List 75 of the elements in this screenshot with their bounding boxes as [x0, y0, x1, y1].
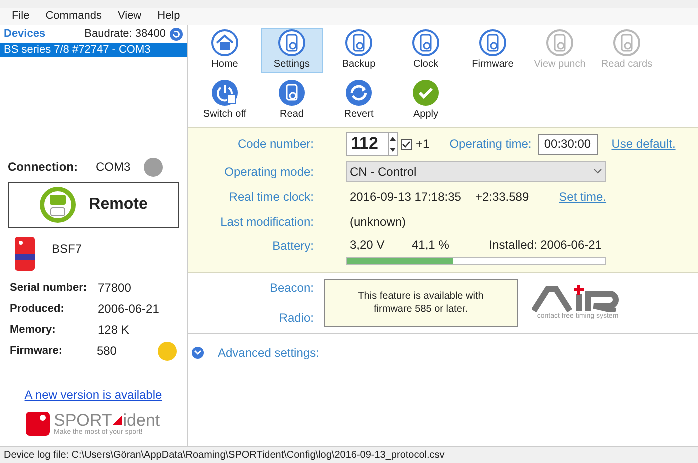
baudrate-label: Baudrate: 38400: [84, 26, 166, 42]
battery-percent: 41,1 %: [412, 237, 450, 254]
toolbar-button[interactable]: Switch off: [194, 78, 256, 123]
beacon-label: Beacon:: [270, 280, 314, 297]
device-icon: [412, 29, 440, 57]
battery-label: Battery:: [272, 238, 314, 255]
triangle-icon: [113, 416, 122, 425]
info-value: 77800: [98, 280, 132, 297]
connection-label: Connection:: [8, 159, 79, 176]
operating-time-label: Operating time:: [450, 136, 532, 153]
operating-mode-label: Operating mode:: [224, 164, 314, 180]
update-link[interactable]: A new version is available: [0, 386, 187, 404]
advanced-settings-toggle[interactable]: Advanced settings:: [218, 344, 320, 362]
device-icon: [479, 29, 507, 57]
logo-word: ident: [123, 412, 160, 429]
clock-value: 2016-09-13 17:18:35: [350, 189, 462, 206]
si-logo-icon: [26, 412, 50, 436]
toolbar-button[interactable]: Firmware: [462, 28, 524, 73]
device-icon: [278, 29, 306, 57]
refresh-icon: [345, 79, 373, 107]
toolbar-button[interactable]: Revert: [328, 78, 390, 123]
logo-word: SPORT: [54, 412, 112, 429]
info-label: Firmware:: [10, 344, 64, 359]
toolbar-button[interactable]: Home: [194, 28, 256, 73]
remote-button[interactable]: Remote: [8, 182, 179, 228]
device-icon: [345, 29, 373, 57]
device-icon: [278, 79, 306, 107]
code-number-spinner[interactable]: 112: [346, 132, 398, 156]
info-label: Serial number:: [10, 280, 88, 296]
chevron-down-icon: [594, 169, 602, 174]
modification-label: Last modification:: [220, 214, 314, 231]
device-icon: [613, 29, 641, 57]
battery-voltage: 3,20 V: [350, 237, 386, 254]
chevron-down-icon[interactable]: [192, 347, 204, 359]
device-icon: [546, 29, 574, 57]
power-icon: [211, 79, 239, 107]
device-icon: [14, 236, 36, 272]
info-value: 2006-06-21: [98, 301, 160, 318]
set-time-link[interactable]: Set time.: [559, 188, 607, 206]
info-label: Memory:: [10, 322, 57, 338]
operating-time-field[interactable]: 00:30:00: [538, 134, 598, 154]
connection-value: COM3: [96, 159, 132, 176]
toolbar-button[interactable]: Clock: [395, 28, 457, 73]
modification-value: (unknown): [350, 214, 406, 231]
up-arrow-icon[interactable]: [390, 136, 396, 140]
device-model: BSF7: [52, 241, 82, 258]
info-value: 128 K: [98, 322, 130, 339]
increment-label: +1: [416, 136, 430, 153]
refresh-icon[interactable]: [170, 28, 183, 40]
menu-item[interactable]: View: [118, 8, 142, 25]
code-number-label: Code number:: [236, 136, 314, 153]
device-icon: [39, 186, 78, 224]
device-list-item[interactable]: BS series 7/8 #72747 - COM3: [0, 43, 187, 57]
down-arrow-icon[interactable]: [390, 148, 396, 152]
clock-offset: +2:33.589: [475, 189, 530, 206]
toolbar-button[interactable]: Read: [261, 78, 323, 123]
status-bar: Device log file: C:\Users\Göran\AppData\Roaming\SPORTident\Config\log\2016-09-13_protocol.csv: [0, 446, 698, 463]
clock-label: Real time clock:: [228, 189, 314, 206]
menu-item[interactable]: File: [12, 8, 30, 25]
check-icon: [412, 79, 440, 107]
info-label: Produced:: [10, 302, 66, 317]
toolbar-button[interactable]: Backup: [328, 28, 390, 73]
use-default-link[interactable]: Use default.: [612, 135, 676, 153]
increment-checkbox[interactable]: [401, 138, 412, 150]
menu-item[interactable]: Help: [158, 8, 180, 25]
radio-label: Radio:: [279, 310, 314, 327]
feature-notice: This feature is available with firmware 585 or later.: [324, 279, 518, 327]
home-icon: [211, 29, 239, 57]
toolbar-button[interactable]: Settings: [261, 28, 323, 73]
battery-installed: Installed: 2006-06-21: [489, 237, 602, 254]
info-value: 580: [96, 343, 118, 360]
toolbar-button[interactable]: Apply: [395, 78, 457, 123]
operating-mode-dropdown[interactable]: CN - Control: [346, 161, 606, 182]
menu-item[interactable]: Commands: [46, 8, 102, 25]
devices-title: Devices: [4, 26, 46, 42]
